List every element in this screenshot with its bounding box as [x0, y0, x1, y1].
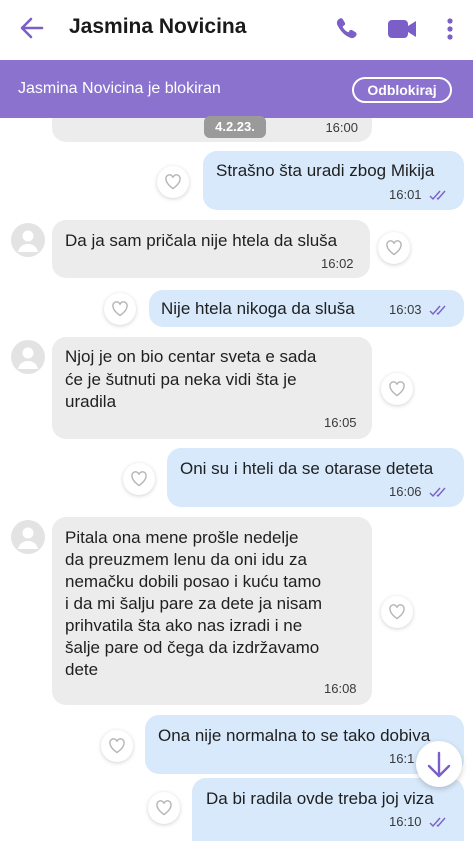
more-options-icon[interactable]	[440, 12, 460, 46]
message-text: Da ja sam pričala nije htela da sluša	[65, 231, 338, 250]
contact-avatar[interactable]	[11, 520, 45, 554]
read-ticks-icon	[429, 190, 446, 201]
message-time: 16:06	[389, 484, 422, 499]
like-heart-icon[interactable]	[157, 166, 189, 198]
message-text: Nije htela nikoga da sluša	[161, 299, 355, 318]
message-text-line: dete	[65, 660, 99, 679]
phone-call-icon[interactable]	[330, 12, 364, 46]
message-time: 16:02	[321, 256, 354, 271]
message-text: Oni su i hteli da se otarase deteta	[180, 459, 434, 478]
message-text: Da bi radila ovde treba joj viza	[206, 789, 434, 808]
message-time: 16:05	[324, 415, 357, 430]
message-bubble-outgoing[interactable]: Nije htela nikoga da sluša 16:03	[149, 290, 464, 327]
chat-header: Jasmina Novicina	[0, 0, 473, 58]
message-text-line: uradila	[65, 392, 117, 411]
message-time: 16:10	[389, 814, 422, 829]
like-heart-icon[interactable]	[101, 730, 133, 762]
message-text-line: da preuzmem lenu da oni idu za	[65, 550, 307, 569]
message-text-line: Njoj je on bio centar sveta e sada	[65, 347, 317, 366]
like-heart-icon[interactable]	[381, 596, 413, 628]
message-time: 16:00	[325, 120, 358, 135]
message-time: 16:03	[389, 302, 422, 317]
message-text-line: će je šutnuti pa neka vidi šta je	[65, 370, 297, 389]
read-ticks-icon	[429, 817, 446, 828]
read-ticks-icon	[429, 487, 446, 498]
scroll-to-bottom-button[interactable]	[416, 741, 462, 787]
message-text: Ona nije normalna to se tako dobiva	[158, 726, 431, 745]
message-time: 16:08	[324, 681, 357, 696]
read-ticks-icon	[429, 305, 446, 316]
message-bubble-outgoing[interactable]: Oni su i hteli da se otarase deteta 16:0…	[167, 448, 464, 507]
message-text-line: Pitala ona mene prošle nedelje	[65, 528, 299, 547]
message-bubble-incoming[interactable]: Njoj je on bio centar sveta e sada će je…	[52, 337, 372, 439]
video-call-icon[interactable]	[385, 12, 419, 46]
message-text-line: prihvatila šta ako nas izradi i ne	[65, 616, 303, 635]
like-heart-icon[interactable]	[381, 373, 413, 405]
message-time: 16:01	[389, 187, 422, 202]
message-text-line: i da mi šalju pare za dete ja nisam	[65, 594, 323, 613]
message-bubble-incoming[interactable]: Pitala ona mene prošle nedelje da preuzm…	[52, 517, 372, 705]
contact-avatar[interactable]	[11, 340, 45, 374]
like-heart-icon[interactable]	[378, 232, 410, 264]
message-bubble-outgoing[interactable]: Strašno šta uradi zbog Mikija 16:01	[203, 151, 464, 210]
message-bubble-incoming[interactable]: Da ja sam pričala nije htela da sluša 16…	[52, 220, 370, 278]
like-heart-icon[interactable]	[148, 792, 180, 824]
blocked-banner-text: Jasmina Novicina je blokiran	[18, 80, 221, 97]
message-text-line: nemačku dobili posao i kuću tamo	[65, 572, 322, 591]
message-bubble-outgoing[interactable]: Da bi radila ovde treba joj viza 16:10	[192, 778, 464, 841]
unblock-button[interactable]: Odblokiraj	[352, 77, 452, 103]
contact-avatar[interactable]	[11, 223, 45, 257]
back-arrow-icon[interactable]	[18, 14, 46, 42]
like-heart-icon[interactable]	[123, 463, 155, 495]
date-separator: 4.2.23.	[204, 116, 266, 138]
contact-name[interactable]: Jasmina Novicina	[69, 15, 246, 39]
arrow-down-icon	[427, 751, 451, 778]
message-text-line: šalje pare od čega da izdržavamo	[65, 638, 320, 657]
like-heart-icon[interactable]	[104, 293, 136, 325]
message-text: Strašno šta uradi zbog Mikija	[216, 161, 435, 180]
message-time: 16:1	[389, 751, 415, 766]
